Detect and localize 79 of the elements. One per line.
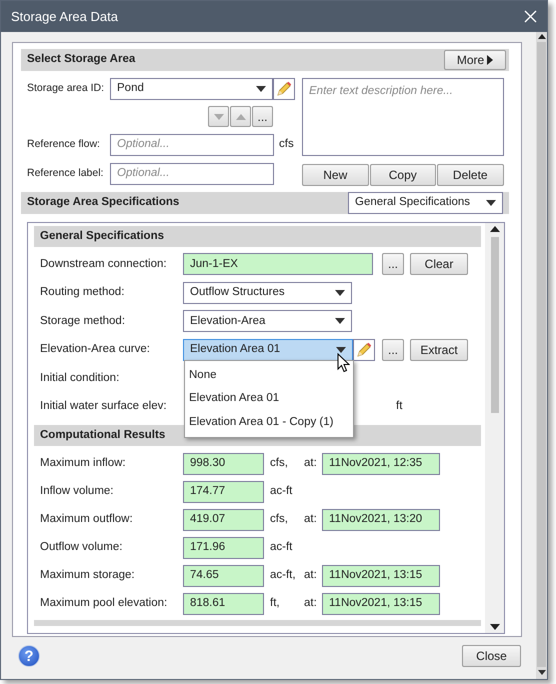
value-field: 174.77 — [183, 481, 264, 503]
field-label: Reference flow: — [26, 137, 101, 152]
action-button[interactable]: Delete — [437, 164, 504, 186]
pencil-icon — [356, 342, 372, 358]
value-field: 998.30 — [183, 453, 264, 475]
dropdown-option[interactable]: None — [185, 364, 353, 388]
scroll-down-icon[interactable] — [538, 670, 546, 675]
caret-icon — [486, 200, 496, 206]
caret-icon — [335, 290, 345, 296]
pencil-icon — [276, 81, 292, 97]
caret-icon — [487, 55, 494, 65]
field-label: at: — [304, 512, 318, 528]
dropdown[interactable]: General Specifications — [348, 192, 503, 214]
group-header: General Specifications — [34, 226, 481, 247]
close-icon[interactable] — [524, 10, 537, 23]
unit-label: ac-ft, — [270, 568, 297, 584]
scrollbar[interactable] — [536, 32, 547, 679]
field-label: at: — [304, 568, 318, 584]
scrollbar-thumb[interactable] — [490, 237, 498, 413]
action-button[interactable]: Extract — [410, 338, 468, 361]
unit-label: cfs — [279, 137, 294, 152]
edit-button[interactable] — [273, 78, 295, 100]
field-label: Elevation-Area curve: — [39, 342, 151, 358]
dropdown-option[interactable]: Elevation Area 01 — [185, 387, 353, 411]
close-button[interactable]: Close — [462, 645, 521, 668]
scrollbar-thumb[interactable] — [537, 42, 546, 667]
dropdown[interactable]: Outflow Structures — [183, 282, 352, 304]
window-title: Storage Area Data — [11, 8, 118, 26]
dropdown[interactable]: Elevation-Area — [183, 310, 352, 332]
browse-button[interactable]: ... — [252, 106, 273, 127]
caret-icon — [335, 318, 345, 324]
edit-button[interactable] — [353, 338, 375, 361]
section-title: Select Storage Area — [27, 52, 136, 68]
field-label: at: — [304, 596, 318, 612]
action-button[interactable]: Clear — [410, 253, 468, 276]
value-field: 74.65 — [183, 565, 264, 587]
unit-label: cfs, — [270, 456, 289, 472]
field-label: Maximum inflow: — [39, 456, 127, 472]
value-field: Jun-1-EX — [183, 253, 373, 276]
unit-label: ac-ft — [270, 540, 294, 556]
field-label: Inflow volume: — [39, 484, 115, 500]
field-label: at: — [304, 456, 318, 472]
unit-label: ft — [396, 399, 402, 414]
value-field: 11Nov2021, 13:15 — [322, 593, 440, 615]
unit-label: ft, — [270, 596, 281, 612]
section-title: Storage Area Specifications — [27, 195, 180, 210]
unit-label: cfs, — [270, 512, 289, 528]
field-label: Routing method: — [39, 285, 126, 300]
field-label: Reference label: — [26, 166, 104, 182]
scrollbar[interactable] — [485, 223, 504, 633]
field-label: Storage method: — [39, 314, 126, 329]
more-button[interactable]: More — [444, 50, 506, 70]
value-field: 419.07 — [183, 509, 264, 531]
value-field: 171.96 — [183, 537, 264, 559]
action-button[interactable]: Copy — [370, 164, 436, 186]
unit-label: ac-ft — [270, 484, 294, 500]
description-field[interactable]: Enter text description here... — [302, 78, 504, 156]
dropdown[interactable]: Pond — [110, 78, 273, 100]
value-field: 11Nov2021, 13:15 — [322, 565, 440, 587]
field-label: Maximum pool elevation: — [39, 596, 168, 612]
browse-button[interactable]: ... — [382, 338, 404, 361]
field-label: Maximum storage: — [39, 568, 136, 584]
browse-button[interactable]: ... — [382, 253, 404, 276]
field-label: Storage area ID: — [26, 81, 106, 96]
value-field: 11Nov2021, 12:35 — [322, 453, 440, 475]
caret-icon — [214, 114, 224, 120]
value-field: 11Nov2021, 13:20 — [322, 509, 440, 531]
field-label: Outflow volume: — [39, 540, 124, 556]
caret-icon — [236, 114, 246, 120]
caret-icon — [256, 86, 266, 92]
action-button[interactable]: New — [302, 164, 368, 186]
input-field[interactable]: Optional... — [110, 134, 274, 156]
value-field: 818.61 — [183, 593, 264, 615]
field-label: Maximum outflow: — [39, 512, 134, 528]
field-label: Downstream connection: — [39, 256, 168, 272]
field-label: Initial condition: — [39, 370, 120, 386]
scroll-down-icon[interactable] — [490, 624, 500, 630]
input-field[interactable]: Optional... — [110, 163, 274, 185]
field-label: Initial water surface elev: — [39, 399, 168, 414]
